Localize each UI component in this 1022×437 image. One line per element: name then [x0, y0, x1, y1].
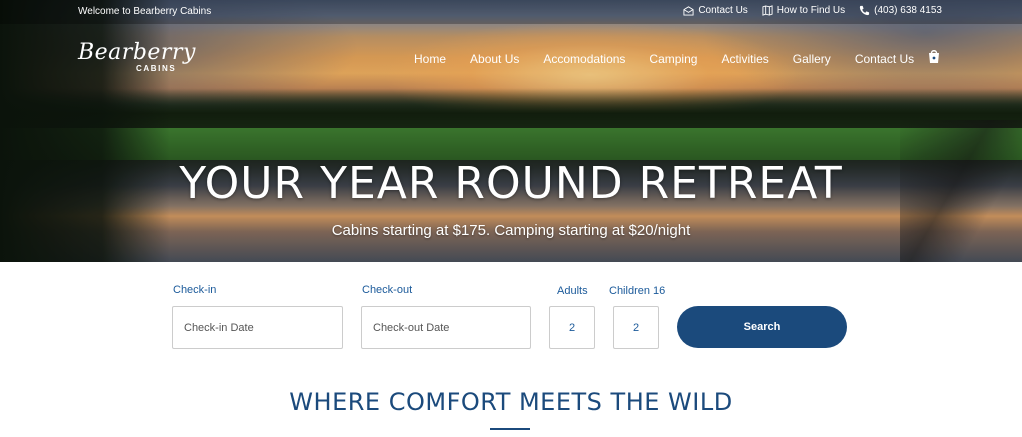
welcome-text: Welcome to Bearberry Cabins	[78, 6, 212, 17]
section-divider	[490, 428, 530, 430]
top-contact-link[interactable]: Contact Us	[683, 5, 748, 16]
checkin-label: Check-in	[173, 284, 217, 296]
envelope-icon	[683, 6, 694, 16]
top-find-link[interactable]: How to Find Us	[762, 5, 845, 16]
top-phone-label: (403) 638 4153	[874, 5, 942, 16]
hero-subtitle: Cabins starting at $175. Camping startin…	[331, 222, 691, 239]
checkout-label: Check-out	[362, 284, 413, 296]
brand-logo[interactable]: Bearberry CABINS	[78, 42, 198, 78]
children-label: Children 16	[609, 285, 666, 297]
adults-label: Adults	[557, 285, 588, 297]
top-bar: Welcome to Bearberry Cabins Contact Us H…	[0, 0, 1022, 24]
top-find-label: How to Find Us	[776, 5, 846, 16]
section-title: WHERE COMFORT MEETS THE WILD	[289, 388, 733, 416]
top-links: Contact Us How to Find Us (403) 638 4153	[683, 5, 942, 16]
nav-item-home[interactable]: Home	[414, 52, 446, 66]
nav-item-contact[interactable]: Contact Us	[855, 52, 914, 66]
search-button[interactable]: Search	[677, 306, 847, 348]
hero-banner: Welcome to Bearberry Cabins Contact Us H…	[0, 0, 1022, 262]
brand-name: Bearberry	[78, 40, 196, 65]
checkin-input[interactable]: Check-in Date	[172, 306, 343, 349]
top-contact-label: Contact Us	[698, 5, 748, 16]
hero-title: YOUR YEAR ROUND RETREAT	[179, 158, 843, 209]
phone-icon	[860, 5, 870, 16]
map-icon	[762, 5, 773, 16]
nav-item-camping[interactable]: Camping	[649, 52, 697, 66]
nav-item-accomodations[interactable]: Accomodations	[543, 52, 625, 66]
checkout-input[interactable]: Check-out Date	[361, 306, 531, 349]
brand-sub: CABINS	[136, 64, 177, 73]
shopping-bag-icon[interactable]	[926, 48, 942, 64]
main-nav: Home About Us Accomodations Camping Acti…	[414, 50, 939, 66]
children-input[interactable]: 2	[613, 306, 659, 349]
nav-item-about[interactable]: About Us	[470, 52, 519, 66]
adults-input[interactable]: 2	[549, 306, 595, 349]
nav-item-gallery[interactable]: Gallery	[793, 52, 831, 66]
top-phone-link[interactable]: (403) 638 4153	[859, 5, 942, 16]
nav-item-activities[interactable]: Activities	[721, 52, 768, 66]
